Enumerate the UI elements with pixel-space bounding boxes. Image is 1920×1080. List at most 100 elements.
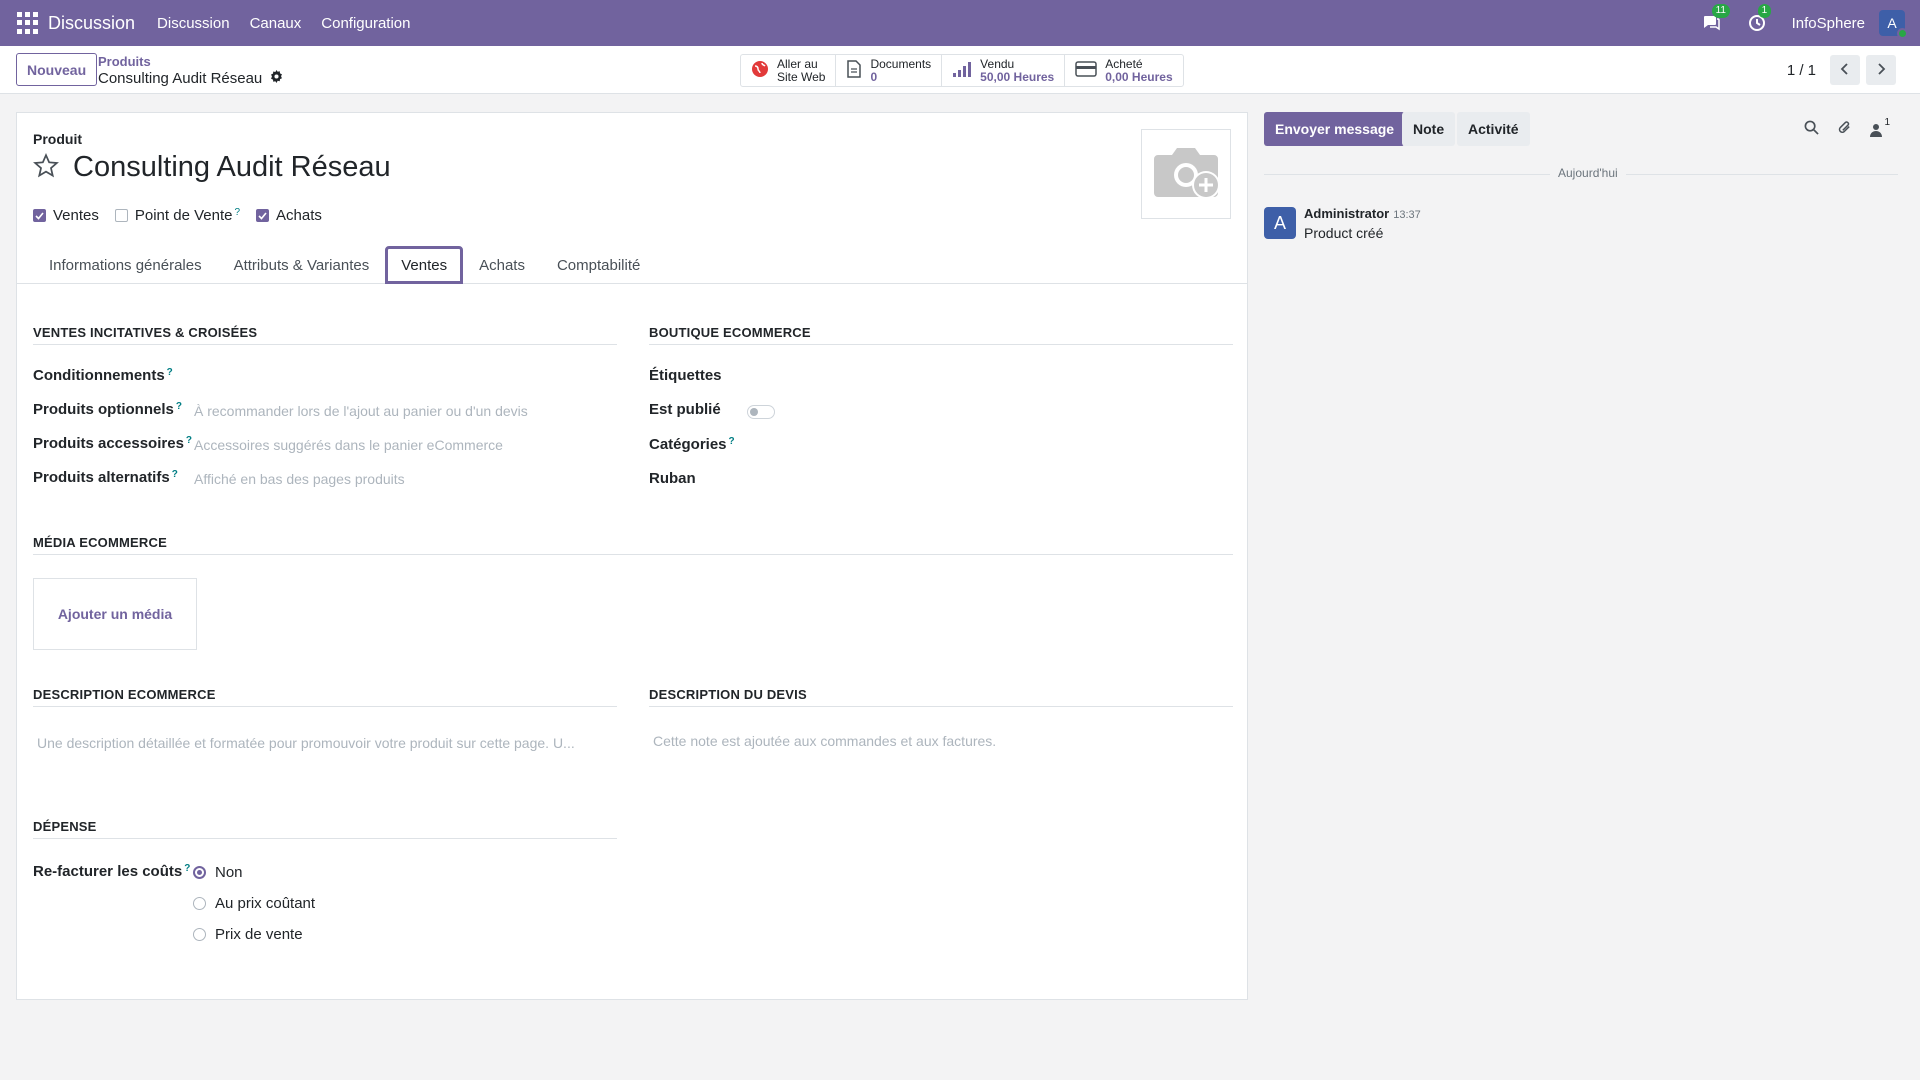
alternative-products-label-text: Produits alternatifs: [33, 469, 170, 486]
apps-menu-icon[interactable]: [17, 12, 39, 34]
website-line2: Site Web: [777, 69, 826, 84]
top-navbar: Discussion Discussion Canaux Configurati…: [0, 0, 1920, 46]
quote-description-input[interactable]: Cette note est ajoutée aux commandes et …: [653, 733, 996, 749]
app-brand[interactable]: Discussion: [48, 13, 135, 34]
pager-previous-button[interactable]: [1830, 55, 1860, 85]
followers-icon[interactable]: 1: [1870, 117, 1890, 137]
product-image[interactable]: [1141, 129, 1231, 219]
product-title: Consulting Audit Réseau: [33, 151, 391, 184]
tab-sales[interactable]: Ventes: [385, 246, 464, 284]
pager-value[interactable]: 1 / 1: [1787, 62, 1816, 79]
radio-no[interactable]: [193, 866, 206, 879]
company-switcher[interactable]: InfoSphere: [1792, 15, 1865, 32]
reinvoice-option-sales-price[interactable]: Prix de vente: [193, 926, 303, 943]
breadcrumb-parent[interactable]: Produits: [98, 54, 151, 69]
activities-clock-icon[interactable]: 1: [1746, 4, 1772, 34]
menu-canaux[interactable]: Canaux: [250, 15, 302, 32]
purchased-button[interactable]: Acheté 0,00 Heures: [1065, 55, 1182, 86]
document-icon: [846, 59, 862, 82]
optional-help-icon[interactable]: ?: [176, 401, 182, 412]
today-separator: Aujourd'hui: [1264, 166, 1898, 180]
documents-button[interactable]: Documents 0: [836, 55, 943, 86]
reinvoice-option-no[interactable]: Non: [193, 864, 243, 881]
reinvoice-option-cost[interactable]: Au prix coûtant: [193, 895, 315, 912]
activities-count-badge: 1: [1757, 4, 1772, 18]
pos-checkbox[interactable]: [114, 209, 128, 222]
purchase-checkbox[interactable]: [256, 209, 270, 222]
reinvoice-help-icon[interactable]: ?: [184, 863, 190, 874]
pos-label: Point de Vente?: [135, 207, 240, 224]
flag-sales[interactable]: Ventes: [33, 207, 99, 224]
form-tabs: Informations générales Attributs & Varia…: [17, 246, 1247, 284]
tab-purchase[interactable]: Achats: [463, 246, 541, 284]
flag-pos[interactable]: Point de Vente?: [114, 207, 240, 224]
pos-help-icon[interactable]: ?: [234, 207, 240, 218]
activity-button[interactable]: Activité: [1457, 112, 1530, 146]
flag-purchase[interactable]: Achats: [256, 207, 322, 224]
accessory-help-icon[interactable]: ?: [186, 435, 192, 446]
log-note-button[interactable]: Note: [1402, 112, 1456, 146]
message-author-avatar[interactable]: A: [1264, 207, 1296, 239]
send-message-button[interactable]: Envoyer message: [1264, 112, 1406, 146]
pager-next-button[interactable]: [1866, 55, 1896, 85]
message-author-name[interactable]: Administrator: [1304, 206, 1389, 221]
message-author: Administrator 13:37: [1304, 206, 1421, 221]
menu-configuration[interactable]: Configuration: [321, 15, 410, 32]
optional-products-label: Produits optionnels?: [33, 401, 182, 418]
accessory-products-label-text: Produits accessoires: [33, 435, 184, 452]
expense-section-title: DÉPENSE: [33, 819, 617, 839]
published-toggle[interactable]: [747, 405, 775, 419]
go-to-website-button[interactable]: Aller au Site Web: [741, 55, 837, 86]
radio-sales-price[interactable]: [193, 928, 206, 941]
purchased-value: 0,00 Heures: [1105, 69, 1173, 84]
tags-label: Étiquettes: [649, 367, 722, 384]
messages-icon[interactable]: 11: [1700, 4, 1730, 34]
documents-label: Documents: [870, 56, 932, 71]
globe-icon: [751, 60, 769, 82]
chatter: Envoyer message Note Activité 1 Aujourd'…: [1264, 112, 1904, 412]
alternative-help-icon[interactable]: ?: [172, 469, 178, 480]
documents-count: 0: [870, 69, 878, 84]
upsell-section-title: VENTES INCITATIVES & CROISÉES: [33, 325, 617, 345]
breadcrumb-current-label: Consulting Audit Réseau: [98, 70, 263, 87]
search-icon[interactable]: [1804, 120, 1820, 139]
quote-description-title: DESCRIPTION DU DEVIS: [649, 687, 1233, 707]
product-name[interactable]: Consulting Audit Réseau: [73, 151, 391, 184]
shop-section-title: BOUTIQUE ECOMMERCE: [649, 325, 1233, 345]
ribbon-label: Ruban: [649, 470, 696, 487]
new-button[interactable]: Nouveau: [16, 53, 98, 86]
accessory-products-input[interactable]: Accessoires suggérés dans le panier eCom…: [194, 437, 503, 453]
paperclip-icon[interactable]: [1837, 120, 1852, 139]
radio-cost[interactable]: [193, 897, 206, 910]
messages-count-badge: 11: [1711, 4, 1730, 18]
tab-attributes-variants[interactable]: Attributs & Variantes: [218, 246, 386, 284]
optional-products-input[interactable]: À recommander lors de l'ajout au panier …: [194, 403, 528, 419]
media-section-title: MÉDIA ECOMMERCE: [33, 535, 1233, 555]
tab-accounting[interactable]: Comptabilité: [541, 246, 656, 284]
user-avatar[interactable]: A: [1879, 10, 1908, 39]
menu-discussion[interactable]: Discussion: [157, 15, 230, 32]
packaging-label: Conditionnements?: [33, 367, 173, 384]
alternative-products-input[interactable]: Affiché en bas des pages produits: [194, 471, 405, 487]
chatter-icons: 1: [1804, 117, 1890, 139]
pager: 1 / 1: [1787, 54, 1896, 86]
gear-icon[interactable]: [270, 70, 283, 87]
packaging-help-icon[interactable]: ?: [167, 367, 173, 378]
categories-help-icon[interactable]: ?: [729, 436, 735, 447]
alternative-products-label: Produits alternatifs?: [33, 469, 178, 486]
credit-card-icon: [1075, 60, 1097, 81]
add-media-button[interactable]: Ajouter un média: [33, 578, 197, 650]
sold-button[interactable]: Vendu 50,00 Heures: [942, 55, 1066, 86]
tab-general-info[interactable]: Informations générales: [33, 246, 218, 284]
ecom-description-input[interactable]: Une description détaillée et formatée po…: [37, 735, 575, 751]
followers-count: 1: [1884, 116, 1890, 128]
camera-add-icon: [1150, 141, 1222, 207]
product-flags: Ventes Point de Vente? Achats: [33, 207, 322, 224]
sold-label: Vendu: [980, 56, 1015, 71]
sales-checkbox[interactable]: [33, 209, 46, 222]
today-label: Aujourd'hui: [1550, 166, 1626, 180]
star-icon[interactable]: [33, 152, 59, 183]
message-body: Product créé: [1304, 225, 1384, 241]
pos-label-text: Point de Vente: [134, 207, 233, 224]
categories-label-text: Catégories: [649, 436, 727, 453]
